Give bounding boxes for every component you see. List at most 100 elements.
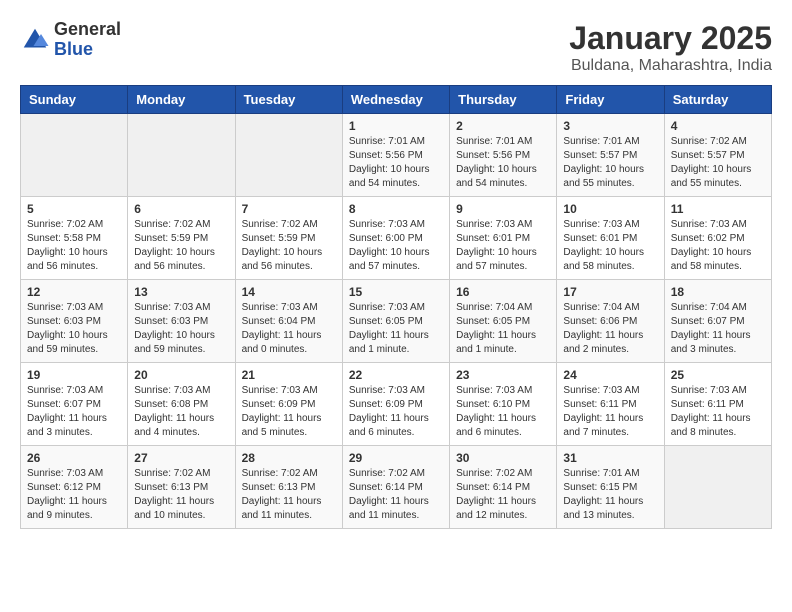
day-cell: 30 Sunrise: 7:02 AM Sunset: 6:14 PM Dayli… (450, 446, 557, 529)
day-number: 17 (563, 285, 657, 299)
day-info: Sunrise: 7:02 AM Sunset: 5:59 PM Dayligh… (242, 218, 336, 274)
header-cell-thursday: Thursday (450, 86, 557, 114)
day-number: 2 (456, 119, 550, 133)
header-cell-wednesday: Wednesday (342, 86, 449, 114)
day-info: Sunrise: 7:02 AM Sunset: 5:57 PM Dayligh… (671, 135, 765, 191)
day-cell: 25Sunrise: 7:03 AM Sunset: 6:11 PM Dayli… (664, 363, 771, 446)
day-cell: 29 Sunrise: 7:02 AM Sunset: 6:14 PM Dayli… (342, 446, 449, 529)
day-cell: 1Sunrise: 7:01 AM Sunset: 5:56 PM Daylig… (342, 114, 449, 197)
day-number: 8 (349, 202, 443, 216)
day-number: 21 (242, 368, 336, 382)
day-cell (235, 114, 342, 197)
day-number: 19 (27, 368, 121, 382)
day-cell: 7 Sunrise: 7:02 AM Sunset: 5:59 PM Daylig… (235, 197, 342, 280)
week-row-3: 12 Sunrise: 7:03 AM Sunset: 6:03 PM Dayli… (21, 280, 772, 363)
day-number: 31 (563, 451, 657, 465)
logo-text: General Blue (54, 20, 121, 60)
week-row-5: 26 Sunrise: 7:03 AM Sunset: 6:12 PM Dayli… (21, 446, 772, 529)
day-info: Sunrise: 7:03 AM Sunset: 6:00 PM Dayligh… (349, 218, 443, 274)
day-info: Sunrise: 7:03 AM Sunset: 6:04 PM Dayligh… (242, 301, 336, 357)
day-number: 14 (242, 285, 336, 299)
day-cell: 18 Sunrise: 7:04 AM Sunset: 6:07 PM Dayli… (664, 280, 771, 363)
calendar-subtitle: Buldana, Maharashtra, India (569, 57, 772, 75)
day-number: 27 (134, 451, 228, 465)
day-number: 29 (349, 451, 443, 465)
day-cell: 27 Sunrise: 7:02 AM Sunset: 6:13 PM Dayli… (128, 446, 235, 529)
header-row: SundayMondayTuesdayWednesdayThursdayFrid… (21, 86, 772, 114)
logo: General Blue (20, 20, 121, 60)
logo-icon (20, 25, 50, 55)
header-cell-sunday: Sunday (21, 86, 128, 114)
page-header: General Blue January 2025 Buldana, Mahar… (20, 20, 772, 75)
header-cell-friday: Friday (557, 86, 664, 114)
day-number: 18 (671, 285, 765, 299)
day-number: 9 (456, 202, 550, 216)
day-cell: 14 Sunrise: 7:03 AM Sunset: 6:04 PM Dayli… (235, 280, 342, 363)
day-cell: 16 Sunrise: 7:04 AM Sunset: 6:05 PM Dayli… (450, 280, 557, 363)
day-cell: 11Sunrise: 7:03 AM Sunset: 6:02 PM Dayli… (664, 197, 771, 280)
day-info: Sunrise: 7:03 AM Sunset: 6:10 PM Dayligh… (456, 384, 550, 440)
day-cell: 12 Sunrise: 7:03 AM Sunset: 6:03 PM Dayli… (21, 280, 128, 363)
header-cell-saturday: Saturday (664, 86, 771, 114)
day-number: 3 (563, 119, 657, 133)
day-cell: 22Sunrise: 7:03 AM Sunset: 6:09 PM Dayli… (342, 363, 449, 446)
week-row-4: 19 Sunrise: 7:03 AM Sunset: 6:07 PM Dayli… (21, 363, 772, 446)
day-number: 30 (456, 451, 550, 465)
day-info: Sunrise: 7:04 AM Sunset: 6:05 PM Dayligh… (456, 301, 550, 357)
day-number: 23 (456, 368, 550, 382)
day-info: Sunrise: 7:02 AM Sunset: 5:58 PM Dayligh… (27, 218, 121, 274)
day-info: Sunrise: 7:02 AM Sunset: 6:14 PM Dayligh… (349, 467, 443, 523)
day-cell: 10 Sunrise: 7:03 AM Sunset: 6:01 PM Dayli… (557, 197, 664, 280)
day-cell: 3 Sunrise: 7:01 AM Sunset: 5:57 PM Daylig… (557, 114, 664, 197)
day-info: Sunrise: 7:02 AM Sunset: 6:13 PM Dayligh… (134, 467, 228, 523)
day-info: Sunrise: 7:03 AM Sunset: 6:08 PM Dayligh… (134, 384, 228, 440)
header-cell-monday: Monday (128, 86, 235, 114)
day-info: Sunrise: 7:04 AM Sunset: 6:07 PM Dayligh… (671, 301, 765, 357)
day-cell: 23 Sunrise: 7:03 AM Sunset: 6:10 PM Dayli… (450, 363, 557, 446)
day-cell: 2Sunrise: 7:01 AM Sunset: 5:56 PM Daylig… (450, 114, 557, 197)
day-cell: 19 Sunrise: 7:03 AM Sunset: 6:07 PM Dayli… (21, 363, 128, 446)
day-info: Sunrise: 7:03 AM Sunset: 6:03 PM Dayligh… (27, 301, 121, 357)
day-info: Sunrise: 7:03 AM Sunset: 6:05 PM Dayligh… (349, 301, 443, 357)
day-cell: 4Sunrise: 7:02 AM Sunset: 5:57 PM Daylig… (664, 114, 771, 197)
day-number: 15 (349, 285, 443, 299)
day-info: Sunrise: 7:01 AM Sunset: 5:57 PM Dayligh… (563, 135, 657, 191)
day-info: Sunrise: 7:03 AM Sunset: 6:01 PM Dayligh… (563, 218, 657, 274)
day-number: 25 (671, 368, 765, 382)
day-cell: 21 Sunrise: 7:03 AM Sunset: 6:09 PM Dayli… (235, 363, 342, 446)
day-info: Sunrise: 7:03 AM Sunset: 6:09 PM Dayligh… (242, 384, 336, 440)
day-cell: 20Sunrise: 7:03 AM Sunset: 6:08 PM Dayli… (128, 363, 235, 446)
header-cell-tuesday: Tuesday (235, 86, 342, 114)
day-info: Sunrise: 7:03 AM Sunset: 6:01 PM Dayligh… (456, 218, 550, 274)
day-number: 28 (242, 451, 336, 465)
day-info: Sunrise: 7:03 AM Sunset: 6:03 PM Dayligh… (134, 301, 228, 357)
day-cell: 17 Sunrise: 7:04 AM Sunset: 6:06 PM Dayli… (557, 280, 664, 363)
day-info: Sunrise: 7:03 AM Sunset: 6:11 PM Dayligh… (563, 384, 657, 440)
day-info: Sunrise: 7:03 AM Sunset: 6:12 PM Dayligh… (27, 467, 121, 523)
day-cell: 26 Sunrise: 7:03 AM Sunset: 6:12 PM Dayli… (21, 446, 128, 529)
day-number: 12 (27, 285, 121, 299)
day-info: Sunrise: 7:03 AM Sunset: 6:09 PM Dayligh… (349, 384, 443, 440)
day-cell: 6Sunrise: 7:02 AM Sunset: 5:59 PM Daylig… (128, 197, 235, 280)
day-cell: 15 Sunrise: 7:03 AM Sunset: 6:05 PM Dayli… (342, 280, 449, 363)
day-number: 10 (563, 202, 657, 216)
day-number: 16 (456, 285, 550, 299)
day-info: Sunrise: 7:02 AM Sunset: 6:14 PM Dayligh… (456, 467, 550, 523)
day-cell (21, 114, 128, 197)
day-info: Sunrise: 7:04 AM Sunset: 6:06 PM Dayligh… (563, 301, 657, 357)
day-number: 11 (671, 202, 765, 216)
day-number: 5 (27, 202, 121, 216)
day-number: 1 (349, 119, 443, 133)
day-cell (664, 446, 771, 529)
day-cell (128, 114, 235, 197)
day-number: 26 (27, 451, 121, 465)
title-section: January 2025 Buldana, Maharashtra, India (569, 20, 772, 75)
day-cell: 5 Sunrise: 7:02 AM Sunset: 5:58 PM Daylig… (21, 197, 128, 280)
day-number: 7 (242, 202, 336, 216)
day-cell: 9 Sunrise: 7:03 AM Sunset: 6:01 PM Daylig… (450, 197, 557, 280)
day-number: 13 (134, 285, 228, 299)
calendar-title: January 2025 (569, 20, 772, 57)
day-info: Sunrise: 7:03 AM Sunset: 6:07 PM Dayligh… (27, 384, 121, 440)
day-cell: 24Sunrise: 7:03 AM Sunset: 6:11 PM Dayli… (557, 363, 664, 446)
week-row-1: 1Sunrise: 7:01 AM Sunset: 5:56 PM Daylig… (21, 114, 772, 197)
